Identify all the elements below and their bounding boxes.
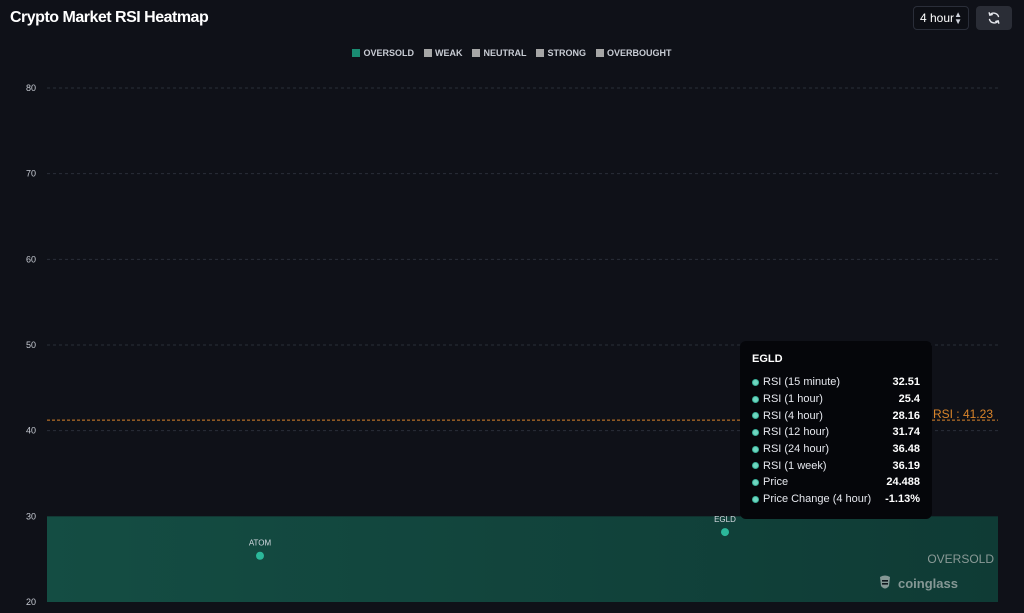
y-tick-label: 50: [26, 340, 36, 350]
y-tick-label: 30: [26, 511, 36, 521]
tooltip-row-label: RSI (15 minute): [763, 376, 841, 389]
y-tick-label: 20: [26, 597, 36, 607]
tooltip-row-label: RSI (1 hour): [763, 393, 823, 406]
tooltip-rows: RSI (15 minute) 32.51 RSI (1 hour) 25.4 RSI …: [752, 374, 920, 508]
tooltip-row-label: RSI (1 week): [763, 459, 827, 472]
tooltip-row: Price 24.488: [752, 474, 920, 491]
tooltip-row-value: 24.488: [886, 476, 920, 489]
tooltip-row-value: 31.74: [892, 426, 920, 439]
tooltip-dot-icon: [752, 478, 759, 486]
tooltip-row-value: 36.48: [892, 443, 920, 456]
tooltip-dot-icon: [752, 462, 759, 470]
tooltip-row: RSI (1 hour) 25.4: [752, 391, 920, 408]
tooltip-dot-icon: [752, 428, 759, 436]
average-rsi-label: RSI : 41.23: [933, 407, 993, 421]
tooltip-row-label: RSI (12 hour): [763, 426, 830, 439]
y-tick-label: 80: [26, 83, 36, 93]
tooltip-row: Price Change (4 hour) -1.13%: [752, 491, 920, 508]
tooltip-row-label: Price Change (4 hour): [763, 493, 872, 506]
data-point-label: ATOM: [249, 539, 272, 548]
tooltip-row-value: 32.51: [892, 376, 920, 389]
tooltip-title: EGLD: [752, 353, 783, 365]
tooltip-dot-icon: [752, 378, 759, 386]
tooltip-row-value: 28.16: [892, 409, 920, 422]
tooltip-row: RSI (12 hour) 31.74: [752, 424, 920, 441]
tooltip-row-value: 25.4: [898, 393, 920, 406]
tooltip-dot-icon: [752, 395, 759, 403]
tooltip-row-value: 36.19: [892, 459, 920, 472]
tooltip-dot-icon: [752, 445, 759, 453]
rsi-scatter-chart: 20 30 40 50 60 70 80 RSI : 41.23 OVERSOLD ATOM EGL…: [26, 83, 998, 607]
tooltip-row-label: Price: [763, 476, 789, 489]
tooltip-row: RSI (24 hour) 36.48: [752, 441, 920, 458]
point-tooltip: EGLD RSI (15 minute) 32.51 RSI (1 hour) 25.…: [740, 341, 932, 519]
watermark-text: coinglass: [898, 575, 958, 591]
oversold-band: [47, 516, 998, 602]
tooltip-dot-icon: [752, 412, 759, 420]
data-point-label: EGLD: [714, 515, 736, 524]
tooltip-row: RSI (15 minute) 32.51: [752, 374, 920, 391]
tooltip-row-value: -1.13%: [885, 493, 920, 506]
y-tick-label: 60: [26, 254, 36, 264]
tooltip-row: RSI (4 hour) 28.16: [752, 407, 920, 424]
data-point-atom: [256, 551, 264, 560]
coinglass-logo-icon: [880, 575, 890, 589]
y-tick-label: 70: [26, 169, 36, 179]
tooltip-dot-icon: [752, 495, 759, 503]
y-tick-label: 40: [26, 426, 36, 436]
data-point-egld: [721, 528, 729, 537]
watermark: coinglass: [876, 574, 958, 592]
tooltip-row-label: RSI (24 hour): [763, 443, 830, 456]
tooltip-row: RSI (1 week) 36.19: [752, 457, 920, 474]
oversold-band-label: OVERSOLD: [927, 552, 994, 566]
tooltip-row-label: RSI (4 hour): [763, 409, 823, 422]
